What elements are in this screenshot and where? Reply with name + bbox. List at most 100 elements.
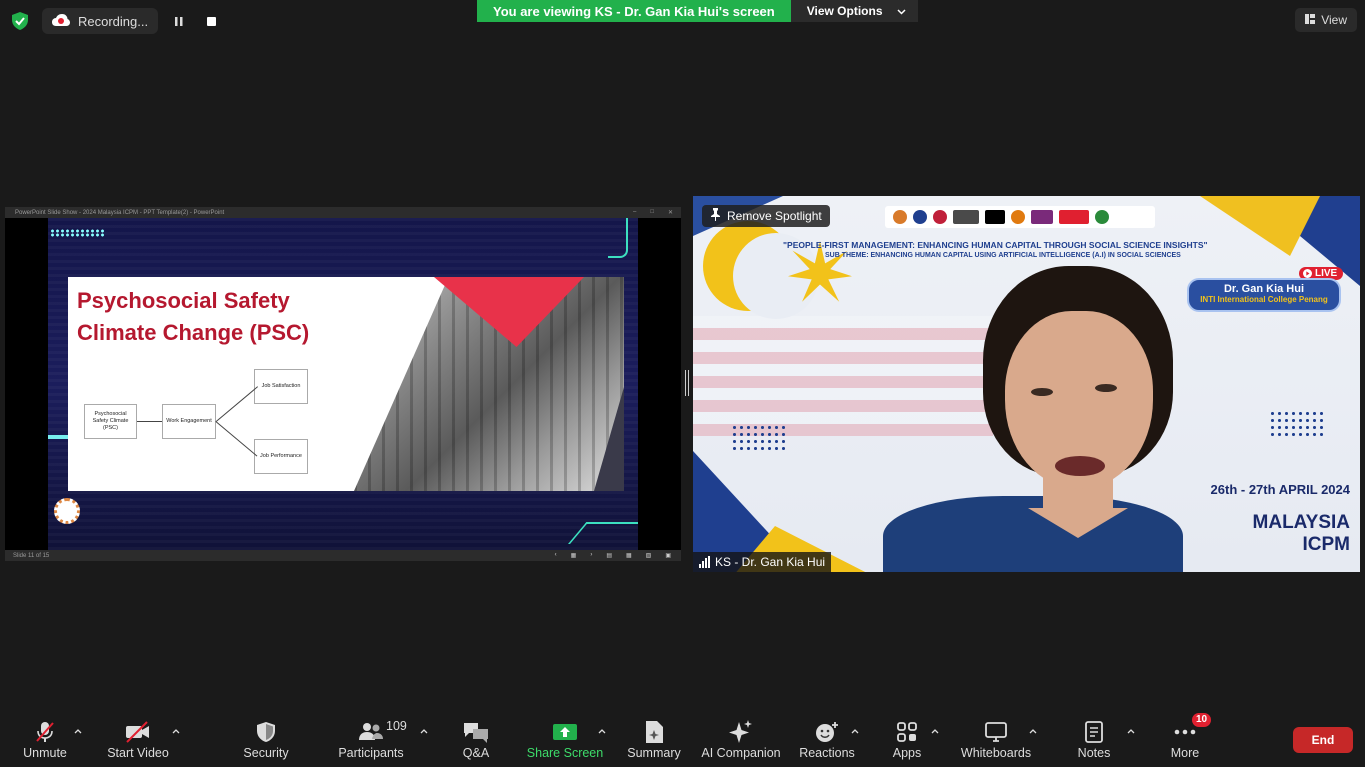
more-dots-icon: 10 xyxy=(1174,713,1212,745)
pause-icon xyxy=(175,16,183,26)
share-screen-icon xyxy=(552,719,578,745)
apps-button[interactable]: Apps xyxy=(890,719,924,763)
cloud-recording-icon xyxy=(52,13,70,29)
start-video-label: Start Video xyxy=(107,746,169,760)
start-video-button[interactable]: Start Video xyxy=(106,719,170,763)
view-grid-icon xyxy=(1305,13,1316,27)
audio-options-caret[interactable] xyxy=(72,725,84,737)
yellow-corner-decoration xyxy=(1200,196,1320,256)
slide-title: Psychosocial Safety Climate Change (PSC) xyxy=(77,288,310,345)
summary-doc-icon xyxy=(644,719,664,745)
reading-view-icon[interactable]: ▧ xyxy=(646,552,652,559)
teal-accent-bar xyxy=(48,435,68,439)
diagram-box-performance: Job Performance xyxy=(254,439,308,474)
view-options-button[interactable]: View Options xyxy=(790,0,918,22)
slide-canvas: Psychosocial Safety Climate Change (PSC)… xyxy=(48,218,638,550)
share-screen-button[interactable]: Share Screen xyxy=(526,719,604,763)
end-meeting-button[interactable]: End xyxy=(1293,727,1353,753)
remove-spotlight-label: Remove Spotlight xyxy=(727,209,822,223)
participants-options-caret[interactable] xyxy=(418,725,430,737)
ppt-window-title: PowerPoint Slide Show - 2024 Malaysia IC… xyxy=(15,209,225,216)
slide-counter: Slide 11 of 15 xyxy=(13,552,50,559)
play-icon xyxy=(1303,269,1312,278)
panel-splitter[interactable] xyxy=(685,370,689,396)
next-slide-icon[interactable]: › xyxy=(590,552,592,559)
remove-spotlight-button[interactable]: Remove Spotlight xyxy=(702,205,830,227)
summary-button[interactable]: Summary xyxy=(626,719,682,763)
unmute-button[interactable]: Unmute xyxy=(22,719,68,763)
participants-label: Participants xyxy=(338,746,404,760)
pin-icon xyxy=(710,208,721,224)
recording-label: Recording... xyxy=(78,13,149,29)
more-button[interactable]: 10 More xyxy=(1168,713,1212,763)
participants-count: 109 xyxy=(386,719,407,733)
conference-theme: "PEOPLE-FIRST MANAGEMENT: ENHANCING HUMA… xyxy=(783,240,1208,250)
participant-name-tag: KS - Dr. Gan Kia Hui xyxy=(693,552,832,572)
notes-label: Notes xyxy=(1077,746,1111,760)
shield-icon xyxy=(256,719,276,745)
stop-recording-button[interactable] xyxy=(200,10,222,32)
video-options-caret[interactable] xyxy=(170,725,182,737)
shared-screen[interactable]: PowerPoint Slide Show - 2024 Malaysia IC… xyxy=(5,207,681,561)
participant-name: KS - Dr. Gan Kia Hui xyxy=(715,555,826,569)
diagram-arrow xyxy=(216,386,259,422)
ai-companion-button[interactable]: AI Companion xyxy=(700,719,782,763)
crescent-moon-graphic xyxy=(703,221,819,319)
apps-icon xyxy=(896,719,918,745)
dot-grid-decoration xyxy=(1269,410,1325,440)
notes-icon xyxy=(1085,719,1103,745)
ai-companion-label: AI Companion xyxy=(701,746,781,760)
diagram-box-psc: Psychosocial Safety Climate (PSC) xyxy=(84,404,137,439)
prev-slide-icon[interactable]: ‹ xyxy=(555,552,557,559)
top-left-controls: Recording... xyxy=(8,8,222,34)
reactions-button[interactable]: Reactions xyxy=(799,719,855,763)
qa-label: Q&A xyxy=(462,746,490,760)
qa-button[interactable]: Q&A xyxy=(456,719,496,763)
viewing-banner-text: You are viewing KS - Dr. Gan Kia Hui's s… xyxy=(477,0,791,22)
pause-recording-button[interactable] xyxy=(168,10,190,32)
view-label: View xyxy=(1321,13,1347,27)
notes-button[interactable]: Notes xyxy=(1076,719,1112,763)
view-button[interactable]: View xyxy=(1295,8,1357,32)
stop-icon xyxy=(206,16,216,26)
powerpoint-statusbar: Slide 11 of 15 ‹ ▦ › ▤ ▦ ▧ ▣ xyxy=(5,550,681,561)
conference-name: MALAYSIA ICPM xyxy=(1252,512,1350,555)
sponsor-logos xyxy=(885,206,1155,228)
security-button[interactable]: Security xyxy=(240,719,292,763)
security-label: Security xyxy=(243,746,289,760)
share-options-caret[interactable] xyxy=(596,725,608,737)
notes-options-caret[interactable] xyxy=(1125,725,1137,737)
slideshow-view-icon[interactable]: ▣ xyxy=(665,552,671,559)
chevron-down-icon xyxy=(896,4,906,18)
slide-menu-icon[interactable]: ▦ xyxy=(571,552,577,559)
participants-button[interactable]: 109 Participants xyxy=(338,719,407,763)
speaker-card-name: Dr. Gan Kia Hui xyxy=(1223,283,1305,295)
security-shield-icon[interactable] xyxy=(8,9,32,33)
recording-pill: Recording... xyxy=(42,8,159,34)
apps-label: Apps xyxy=(892,746,922,760)
conference-logo xyxy=(54,498,80,524)
apps-options-caret[interactable] xyxy=(929,725,941,737)
viewing-banner: You are viewing KS - Dr. Gan Kia Hui's s… xyxy=(477,0,918,22)
diagram-box-engagement: Work Engagement xyxy=(162,404,216,439)
slide-content-card: Psychosocial Safety Climate Change (PSC)… xyxy=(68,277,624,491)
whiteboards-button[interactable]: Whiteboards xyxy=(960,719,1032,763)
normal-view-icon[interactable]: ▤ xyxy=(606,552,612,559)
slideshow-controls[interactable]: ‹ ▦ › ▤ ▦ ▧ ▣ xyxy=(555,552,681,559)
dot-grid-decoration xyxy=(731,424,787,454)
powerpoint-titlebar: PowerPoint Slide Show - 2024 Malaysia IC… xyxy=(5,207,681,218)
whiteboards-options-caret[interactable] xyxy=(1027,725,1039,737)
signal-bars-icon xyxy=(699,556,710,568)
conference-date: 26th - 27th APRIL 2024 xyxy=(1210,482,1350,497)
whiteboards-label: Whiteboards xyxy=(960,746,1032,760)
reactions-label: Reactions xyxy=(799,746,855,760)
diagram-box-satisfaction: Job Satisfaction xyxy=(254,369,308,404)
share-screen-label: Share Screen xyxy=(526,746,604,760)
reactions-options-caret[interactable] xyxy=(849,725,861,737)
sorter-view-icon[interactable]: ▦ xyxy=(626,552,632,559)
muted-mic-icon xyxy=(34,719,56,745)
more-badge: 10 xyxy=(1192,713,1212,727)
speaker-video[interactable]: "PEOPLE-FIRST MANAGEMENT: ENHANCING HUMA… xyxy=(693,196,1360,572)
summary-label: Summary xyxy=(627,746,681,760)
diagram-arrow xyxy=(137,421,162,422)
